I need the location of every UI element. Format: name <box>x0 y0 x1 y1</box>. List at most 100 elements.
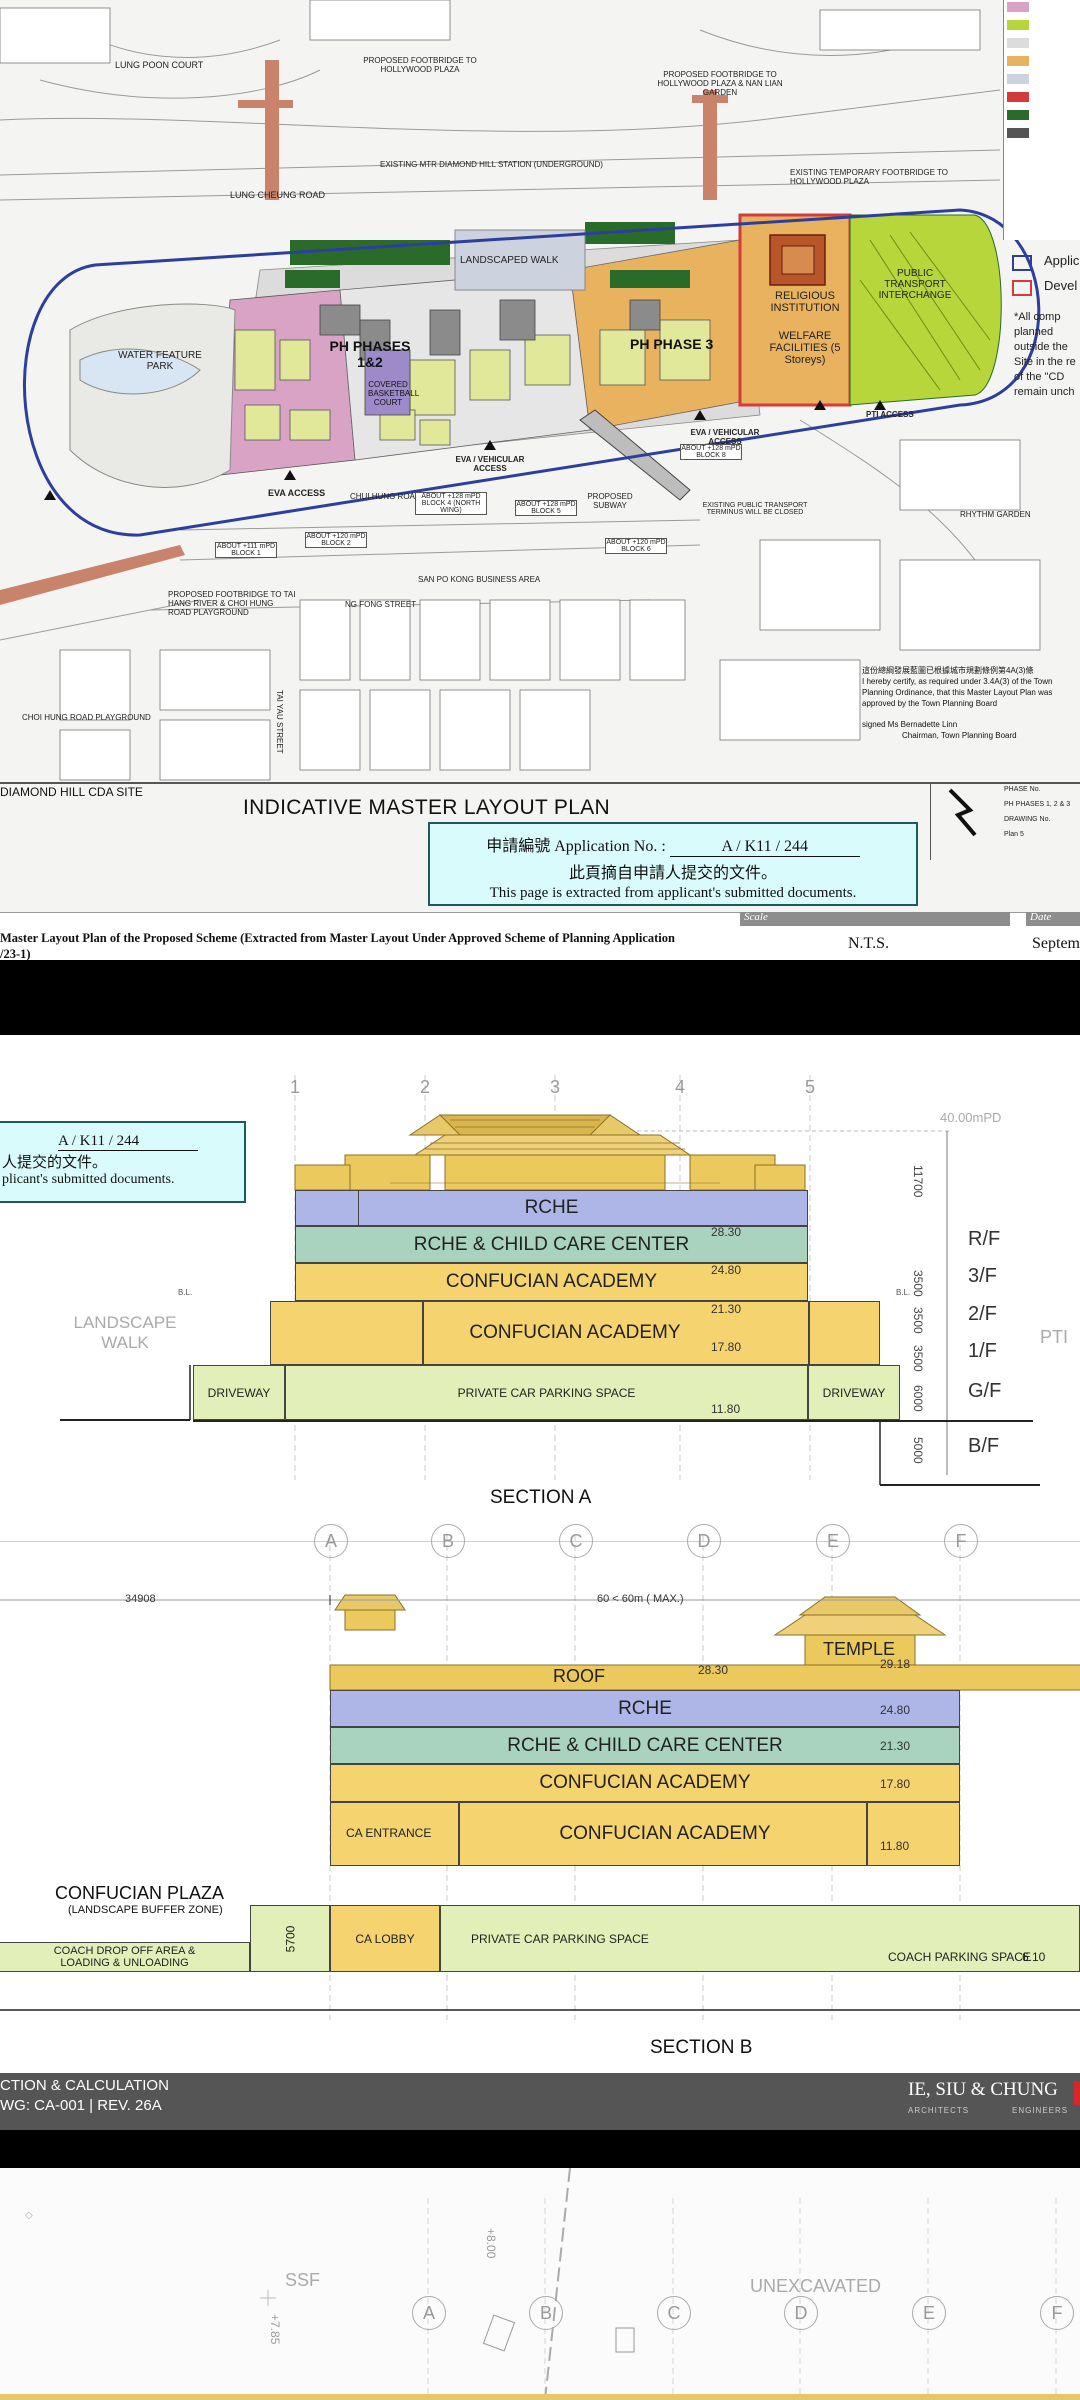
section-a-ga-divider-l <box>422 1301 424 1365</box>
grid-circle-a: A <box>314 1524 348 1558</box>
title-block-divider <box>930 782 931 860</box>
date-label: Date <box>1030 911 1052 923</box>
floor-name-gf: G/F <box>968 1380 1002 1402</box>
tag-block-2: ABOUT +120 mPD BLOCK 2 <box>305 532 367 548</box>
landscape-walk-label: LANDSCAPE WALK <box>73 1313 177 1352</box>
tag-block-5: ABOUT +128 mPD BLOCK 5 <box>515 500 577 516</box>
label-pti-access: PTI ACCESS <box>866 410 914 419</box>
section-b-parking-label: PRIVATE CAR PARKING SPACE <box>471 1931 649 1946</box>
section-a-floor-ca-g: CONFUCIAN ACADEMY <box>270 1301 880 1365</box>
section-a-driveway-left: DRIVEWAY <box>193 1365 285 1420</box>
title-block-drawing: DRAWING No. <box>1004 816 1051 823</box>
plan-grid-f: F <box>1040 2296 1074 2330</box>
zone-label-ph12: PH PHASES 1&2 <box>329 338 411 370</box>
grid-label-2: 2 <box>420 1077 431 1097</box>
section-b-floor-rche: RCHE <box>330 1690 960 1727</box>
section-a-floor-rche-ccc-label: RCHE & CHILD CARE CENTER <box>413 1233 690 1255</box>
section-b-roof-level: 28.30 <box>698 1663 729 1677</box>
grid-circle-c: C <box>559 1524 593 1558</box>
approval-text-zh: 這份總綱發展藍圖已根據城市規劃條例第4A(3)條 <box>862 666 1034 675</box>
zone-label-covered-court: COVERED BASKETBALL COURT <box>368 380 420 407</box>
section-b-temple-level: 29.18 <box>880 1657 911 1671</box>
title-block-phase: PHASE No. <box>1004 786 1041 793</box>
firm-sub-engineers: ENGINEERS <box>1012 2106 1069 2115</box>
label-ng-fong-street: NG FONG STREET <box>345 600 417 609</box>
grid-circle-b: B <box>431 1524 465 1558</box>
plan-grid-b: B <box>529 2296 563 2330</box>
section-b-roof-label: ROOF <box>553 1666 605 1686</box>
section-b-dim-left: 34908 <box>125 1593 156 1605</box>
section-a-floor-ca-1-label: CONFUCIAN ACADEMY <box>445 1271 658 1292</box>
firm-sub-architects: ARCHITECTS <box>908 2106 970 2115</box>
zone-label-pti: PUBLIC TRANSPORT INTERCHANGE <box>878 268 952 301</box>
section-b-ga-divider-r <box>866 1802 868 1866</box>
grid-circle-f: F <box>944 1524 978 1558</box>
label-chui-hung-road: CHUI HUNG ROAD <box>350 492 421 501</box>
section-b-level-1f: 17.80 <box>880 1777 911 1791</box>
scale-label: Scale <box>744 911 768 923</box>
section-b-coach-drop: COACH DROP OFF AREA & LOADING & UNLOADIN… <box>0 1942 250 1972</box>
legend-applic-swatch <box>1012 255 1032 271</box>
label-footbridge-hollywood: PROPOSED FOOTBRIDGE TO HOLLYWOOD PLAZA <box>363 56 477 74</box>
master-layout-plan-panel: Applic Devel *All comp planned outside t… <box>0 0 1080 960</box>
section-b-level-2f: 21.30 <box>880 1739 911 1753</box>
legend-swatch-red <box>1007 92 1029 102</box>
legend-devel-swatch <box>1012 280 1032 296</box>
section-a-base-line <box>193 1420 1033 1422</box>
section-a-rche-divider <box>358 1190 359 1226</box>
label-eva-vehicular-1: EVA / VEHICULAR ACCESS <box>455 455 525 473</box>
section-a-title: SECTION A <box>490 1487 592 1508</box>
date-value: Septem <box>1032 935 1080 952</box>
tag-block-4: ABOUT +128 mPD BLOCK 4 (NORTH WING) <box>415 492 487 515</box>
section-b-coach-drop-label: COACH DROP OFF AREA & LOADING & UNLOADIN… <box>53 1945 196 1969</box>
zone-label-landscaped-walk: LANDSCAPED WALK <box>460 255 559 266</box>
site-name: DIAMOND HILL CDA SITE <box>0 785 143 799</box>
legend-applic-label: Applic <box>1044 253 1080 268</box>
confucian-plaza-label: CONFUCIAN PLAZA <box>55 1883 225 1903</box>
application-note-zh: 此頁摘自申請人提交的文件。 <box>568 865 777 882</box>
approval-text-en: I hereby certify, as required under 3.4A… <box>862 677 1053 708</box>
section-a-level-1f: 17.80 <box>711 1340 742 1354</box>
grid-label-4: 4 <box>675 1077 686 1097</box>
grid-label-1: 1 <box>290 1077 301 1097</box>
dim-rf: 11700 <box>911 1165 925 1198</box>
plan-title: INDICATIVE MASTER LAYOUT PLAN <box>243 796 610 819</box>
plan-grid-a: A <box>412 2296 446 2330</box>
section-b-floor-ca-1-label: CONFUCIAN ACADEMY <box>539 1772 751 1793</box>
footer-line-2: WG: CA-001 | REV. 26A <box>0 2097 162 2114</box>
title-block-phases: PH PHASES 1, 2 & 3 <box>1004 801 1071 808</box>
legend-swatch-pink <box>1007 2 1029 12</box>
section-a-floor-rche-label: RCHE <box>524 1197 579 1218</box>
section-a-level-2f: 21.30 <box>711 1302 742 1316</box>
label-proposed-subway: PROPOSED SUBWAY <box>587 492 633 510</box>
label-temporary-footbridge: EXISTING TEMPORARY FOOTBRIDGE TO HOLLYWO… <box>790 168 948 186</box>
plan-level-1: +8.00 <box>484 2228 498 2259</box>
section-b-dim-5700: 5700 <box>282 1925 297 1952</box>
section-b-ga-divider-l <box>458 1802 460 1866</box>
caption-text: Master Layout Plan of the Proposed Schem… <box>0 931 675 945</box>
section-b-level-gf: 11.80 <box>880 1839 910 1853</box>
section-a-floor-ca-g-label: CONFUCIAN ACADEMY <box>469 1322 681 1343</box>
label-eva-access: EVA ACCESS <box>268 488 326 498</box>
section-a-driveway-right: DRIVEWAY <box>808 1365 900 1420</box>
grid-circle-e: E <box>816 1524 850 1558</box>
legend-swatch-orange <box>1007 56 1029 66</box>
section-b-level-3f: 24.80 <box>880 1703 911 1717</box>
legend-swatch-grey <box>1007 38 1029 48</box>
title-block-plan: Plan 5 <box>1004 831 1024 838</box>
grid-label-3: 3 <box>550 1077 561 1097</box>
floor-name-2f: 2/F <box>968 1303 997 1325</box>
plan-grid-c: C <box>657 2296 691 2330</box>
firm-logo-mark <box>1074 2081 1080 2105</box>
sections-panel: A / K11 / 244 人提交的文件。 plicant's submitte… <box>0 1035 1080 2130</box>
approval-stamp: 這份總綱發展藍圖已根據城市規劃條例第4A(3)條 I hereby certif… <box>862 665 1080 741</box>
section-b-ca-entrance: CA ENTRANCE <box>346 1826 432 1840</box>
legend-swatch-lime <box>1007 20 1029 30</box>
label-san-po-kong: SAN PO KONG BUSINESS AREA <box>418 575 541 584</box>
corner-mark: ◇ <box>25 2210 33 2221</box>
dim-3f: 3500 <box>911 1270 925 1297</box>
section-b-ca-lobby: CA LOBBY <box>330 1905 440 1972</box>
dim-1f: 3500 <box>911 1345 925 1372</box>
label-rhythm-garden: RHYTHM GARDEN <box>960 510 1031 519</box>
section-b-floor-ca-g-label: CONFUCIAN ACADEMY <box>559 1823 771 1844</box>
